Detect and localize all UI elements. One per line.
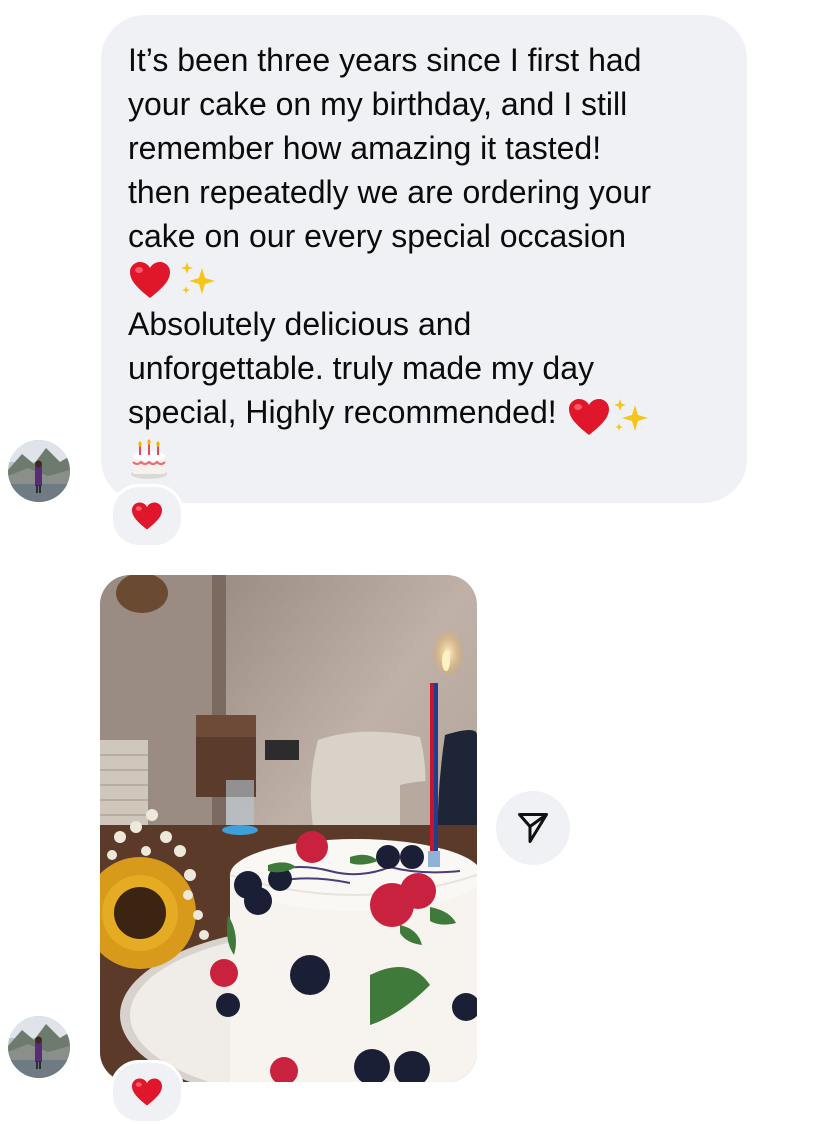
paper-plane-icon	[518, 813, 548, 843]
inline-emojis	[567, 392, 651, 437]
red-heart-icon	[568, 398, 609, 435]
sender-avatar[interactable]	[8, 1016, 70, 1078]
message-text: special, Highly recommended!	[128, 394, 557, 430]
sparkles-icon	[613, 398, 648, 431]
message-line: then repeatedly we are ordering your	[128, 174, 651, 210]
message-line: unforgettable. truly made my day	[128, 350, 595, 386]
photo-reaction[interactable]	[110, 1060, 184, 1124]
emoji-row	[128, 437, 727, 481]
avatar-photo	[8, 440, 70, 502]
red-heart-icon	[130, 262, 170, 298]
emoji-row	[128, 258, 727, 302]
cake-photo	[100, 575, 477, 1082]
birthday-cake-icon	[131, 439, 167, 479]
avatar-photo	[8, 1016, 70, 1078]
red-heart-icon	[132, 1078, 162, 1106]
message-line: It’s been three years since I first had	[128, 42, 642, 78]
message-line: cake on our every special occasion	[128, 218, 627, 254]
message-line: remember how amazing it tasted!	[128, 130, 602, 166]
message-line: special, Highly recommended!	[128, 390, 727, 437]
shared-photo[interactable]	[100, 575, 477, 1082]
share-button[interactable]	[496, 791, 570, 865]
message-reaction[interactable]	[110, 484, 184, 548]
message-line: your cake on my birthday, and I still	[128, 86, 628, 122]
message-line: Absolutely delicious and	[128, 306, 472, 342]
red-heart-icon	[132, 502, 162, 530]
message-bubble[interactable]: It’s been three years since I first had …	[101, 15, 747, 503]
sparkles-icon	[181, 262, 215, 294]
sender-avatar[interactable]	[8, 440, 70, 502]
